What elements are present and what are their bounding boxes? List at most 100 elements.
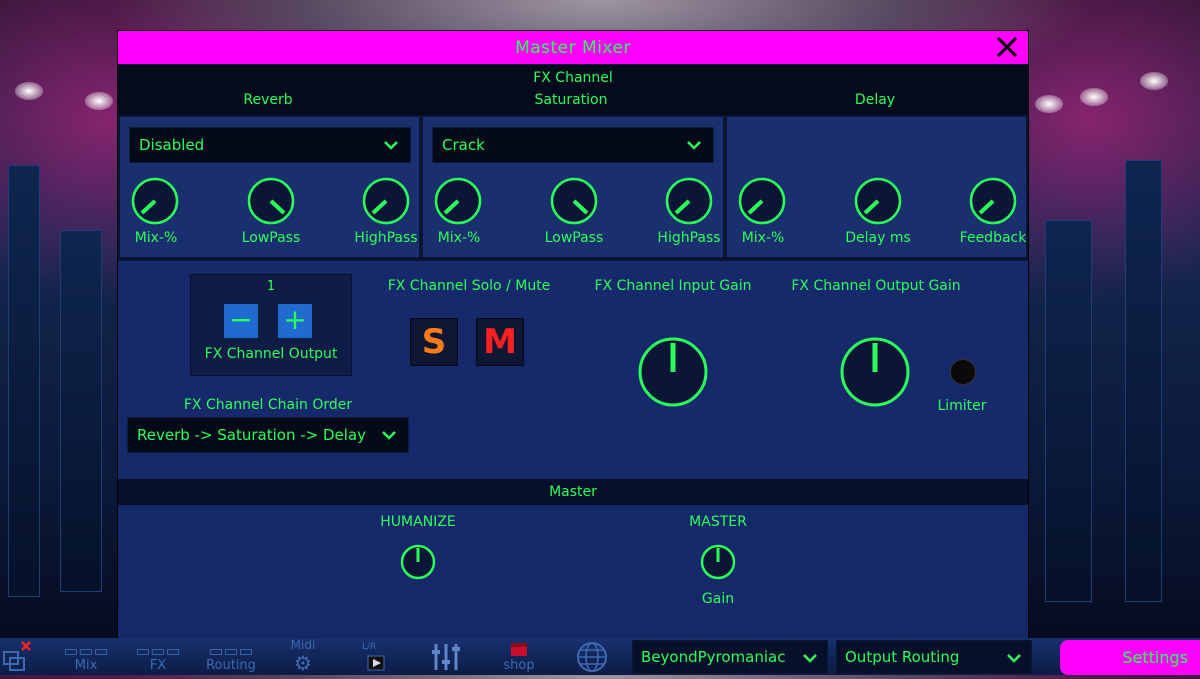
speaker: [60, 230, 102, 592]
master-section: HUMANIZE MASTER Gain: [118, 505, 1028, 639]
saturation-preset-dropdown[interactable]: Crack: [432, 127, 714, 163]
reverb-preset-value: Disabled: [139, 136, 205, 154]
chevron-down-icon: [1007, 654, 1021, 663]
chevron-down-icon: [384, 141, 398, 150]
stage-light: [1035, 95, 1063, 113]
toolbar-routing-label: Routing: [206, 658, 256, 673]
input-gain-label: FX Channel Input Gain: [594, 278, 752, 294]
master-section-header: Master: [118, 479, 1028, 505]
solo-button[interactable]: S: [410, 318, 458, 366]
toolbar-fx[interactable]: ▭▭▭ FX: [134, 638, 182, 675]
reverb-lowpass-label: LowPass: [241, 230, 301, 246]
chain-order-dropdown[interactable]: Reverb -> Saturation -> Delay: [127, 417, 409, 453]
toolbar-routing[interactable]: ▭▭▭ Routing: [204, 638, 258, 675]
delay-mix-knob[interactable]: [737, 176, 787, 226]
toolbar-globe[interactable]: [570, 638, 614, 675]
speaker: [8, 165, 40, 597]
toolbar-lyrics[interactable]: L/R: [354, 638, 400, 675]
master-mixer-window: Master Mixer FX Channel Reverb Saturatio…: [117, 30, 1029, 640]
svg-text:L/R: L/R: [362, 642, 376, 652]
delay-title: Delay: [854, 92, 896, 108]
toolbar-shop-label: shop: [503, 658, 535, 673]
toolbar-fx-label: FX: [149, 658, 167, 673]
output-minus-button[interactable]: −: [223, 303, 259, 339]
window-mode-icon[interactable]: [0, 638, 40, 675]
saturation-mix-knob[interactable]: [433, 176, 483, 226]
globe-icon: [577, 642, 607, 672]
saturation-mix-label: Mix-%: [437, 230, 481, 246]
stage-light: [1080, 88, 1108, 106]
reverb-mix-label: Mix-%: [134, 230, 178, 246]
reverb-preset-dropdown[interactable]: Disabled: [129, 127, 411, 163]
output-gain-knob[interactable]: [838, 335, 912, 409]
output-plus-button[interactable]: +: [277, 303, 313, 339]
delay-feedback-label: Feedback: [959, 230, 1027, 246]
close-icon[interactable]: [994, 34, 1020, 60]
toolbar-mix-label: Mix: [74, 658, 98, 673]
speaker: [1125, 160, 1162, 602]
chevron-down-icon: [382, 431, 396, 440]
limiter-label: Limiter: [937, 398, 987, 414]
stage-light: [15, 82, 43, 100]
saturation-preset-value: Crack: [442, 136, 485, 154]
delay-panel: Mix-% Delay ms Feedback: [725, 115, 1028, 259]
sliders-icon: [432, 644, 460, 670]
reverb-mix-knob[interactable]: [130, 176, 180, 226]
shop-icon: [511, 643, 527, 656]
fx-channel-title: FX Channel: [533, 70, 613, 86]
delay-feedback-knob[interactable]: [968, 176, 1018, 226]
delay-ms-label: Delay ms: [845, 230, 911, 246]
toolbar-sliders[interactable]: [426, 638, 472, 675]
window-titlebar: Master Mixer: [118, 31, 1028, 64]
stage-light: [1140, 72, 1168, 90]
fx-channel-output-number: 1: [266, 279, 276, 294]
settings-button[interactable]: Settings: [1060, 640, 1200, 675]
fx-channel-header: FX Channel Reverb Saturation Delay: [118, 65, 1028, 115]
master-gain-knob[interactable]: [699, 543, 737, 581]
solo-mute-label: FX Channel Solo / Mute: [387, 278, 551, 294]
reverb-lowpass-knob[interactable]: [246, 176, 296, 226]
input-gain-knob[interactable]: [636, 335, 710, 409]
output-routing-value: Output Routing: [845, 648, 960, 666]
window-title: Master Mixer: [515, 37, 631, 58]
saturation-panel: Crack Mix-% LowPass HighPass: [421, 115, 725, 259]
toolbar-mix[interactable]: ▭▭▭ Mix: [62, 638, 110, 675]
limiter-toggle[interactable]: [950, 359, 976, 385]
toolbar-midi[interactable]: Midi ⚙: [280, 638, 326, 675]
mute-button[interactable]: M: [476, 318, 524, 366]
delay-ms-knob[interactable]: [853, 176, 903, 226]
delay-mix-label: Mix-%: [741, 230, 785, 246]
reverb-highpass-label: HighPass: [354, 230, 418, 246]
output-gain-label: FX Channel Output Gain: [791, 278, 961, 294]
lyrics-icon: L/R: [362, 642, 385, 671]
chevron-down-icon: [803, 654, 817, 663]
humanize-knob[interactable]: [399, 543, 437, 581]
saturation-lowpass-label: LowPass: [544, 230, 604, 246]
master-label: MASTER: [689, 514, 747, 530]
master-gain-label: Gain: [701, 591, 735, 607]
saturation-lowpass-knob[interactable]: [549, 176, 599, 226]
song-select-dropdown[interactable]: BeyondPyromaniac: [632, 640, 828, 674]
toolbar-shop[interactable]: shop: [494, 638, 544, 675]
reverb-panel: Disabled Mix-% LowPass HighPass: [118, 115, 421, 259]
chain-order-label: FX Channel Chain Order: [183, 397, 353, 413]
gear-icon: ⚙: [294, 651, 312, 675]
saturation-highpass-knob[interactable]: [664, 176, 714, 226]
speaker: [1045, 220, 1092, 602]
reverb-title: Reverb: [243, 92, 293, 108]
song-select-value: BeyondPyromaniac: [641, 648, 786, 666]
fx-channel-output-label: FX Channel Output: [204, 346, 338, 362]
chevron-down-icon: [687, 141, 701, 150]
saturation-highpass-label: HighPass: [657, 230, 721, 246]
master-section-title: Master: [549, 484, 597, 500]
humanize-label: HUMANIZE: [380, 514, 456, 530]
saturation-title: Saturation: [534, 92, 608, 108]
bottom-toolbar: ▭▭▭ Mix ▭▭▭ FX ▭▭▭ Routing Midi ⚙ L/R sh…: [0, 638, 1200, 675]
stage-light: [85, 92, 113, 110]
reverb-highpass-knob[interactable]: [361, 176, 411, 226]
output-routing-dropdown[interactable]: Output Routing: [836, 640, 1032, 674]
fx-channel-output-box: 1 − + FX Channel Output: [190, 274, 352, 376]
fx-channel-controls: 1 − + FX Channel Output FX Channel Chain…: [118, 261, 1028, 479]
chain-order-value: Reverb -> Saturation -> Delay: [137, 426, 367, 444]
toolbar-midi-label: Midi: [290, 638, 316, 652]
